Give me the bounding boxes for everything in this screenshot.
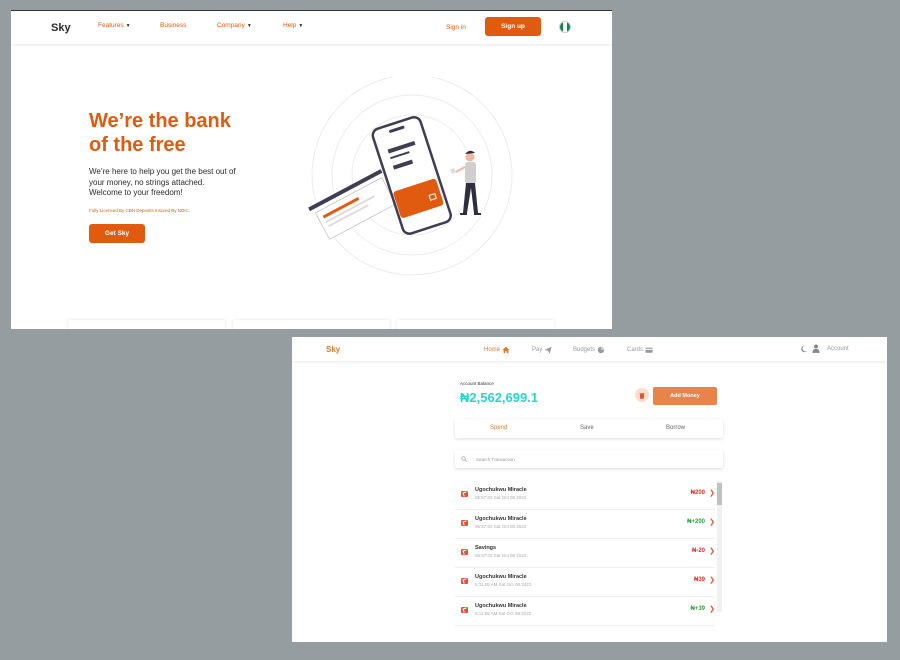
landing-navbar: Sky Features ▼ Business Company ▼ Help ▼ Si… [11, 11, 612, 44]
transaction-type-icon [461, 520, 468, 526]
transaction-row[interactable]: Savings 05:57:02 Sat Oct 08 2022 ₦-20 ❯ [455, 539, 715, 568]
account-balance-value: ₦2,562,699.1 [460, 390, 539, 405]
hero-headline: We’re the bank of the free [89, 109, 231, 157]
tab-home[interactable]: Home [484, 346, 510, 354]
transaction-name: Ugochukwu Miracle [475, 516, 527, 522]
transaction-amount: ₦+200 [687, 519, 705, 525]
chevron-right-icon[interactable]: ❯ [709, 547, 715, 555]
transaction-type-icon [461, 491, 468, 497]
search-bar [455, 450, 723, 468]
tab-cards[interactable]: Cards [627, 346, 653, 354]
transaction-type-icon [461, 607, 468, 613]
hero-sub-line2: your money, no strings attached. [89, 177, 205, 187]
dashboard-logo[interactable]: Sky [326, 345, 340, 354]
transaction-name: Ugochukwu Miracle [475, 574, 527, 580]
feature-card [233, 320, 390, 329]
tab-pay[interactable]: Pay [532, 346, 552, 354]
hero-headline-line2: of the free [89, 134, 186, 156]
account-link[interactable]: Account [827, 346, 849, 352]
tab-budgets[interactable]: Budgets [573, 346, 605, 354]
sign-in-link[interactable]: Sign in [446, 24, 466, 31]
nav-link-company[interactable]: Company ▼ [217, 22, 252, 29]
chevron-right-icon[interactable]: ❯ [709, 576, 715, 584]
tab-spend[interactable]: Spend [490, 425, 507, 431]
sign-up-button[interactable]: Sign up [485, 17, 541, 36]
nav-link-business[interactable]: Business [160, 22, 186, 29]
transaction-date: 05:57:02 Sat Oct 08 2022 [475, 524, 527, 529]
landing-window: Sky Features ▼ Business Company ▼ Help ▼ Si… [11, 10, 612, 329]
scrollbar-thumb[interactable] [717, 483, 722, 505]
search-input[interactable] [476, 454, 676, 464]
dashboard-navbar: Sky Home Pay Budgets Cards Account [292, 337, 887, 361]
delete-button[interactable] [635, 388, 649, 402]
transaction-row[interactable]: Ugochukwu Miracle 05:57:02 Sat Oct 08 202… [455, 481, 715, 510]
feature-card [397, 320, 554, 329]
nav-link-company-label: Company [217, 22, 245, 29]
transaction-amount: ₦+39 [690, 606, 705, 612]
transaction-list: Ugochukwu Miracle 05:57:02 Sat Oct 08 202… [455, 481, 715, 642]
transaction-name: Ugochukwu Miracle [475, 603, 527, 609]
tab-borrow[interactable]: Borrow [666, 425, 685, 431]
transaction-type-icon [461, 578, 468, 584]
tab-budgets-label: Budgets [573, 347, 596, 353]
nav-link-features[interactable]: Features ▼ [98, 22, 131, 29]
transaction-row[interactable]: Ugochukwu Miracle 5:11:55 AM Sat Oct 08 2… [455, 568, 715, 597]
chevron-down-icon: ▼ [246, 23, 252, 29]
phone-payment-illustration [308, 77, 513, 276]
transaction-name: Ugochukwu Miracle [475, 487, 527, 493]
landing-logo[interactable]: Sky [51, 22, 71, 34]
nav-link-help-label: Help [283, 22, 297, 29]
nav-link-help[interactable]: Help ▼ [283, 22, 303, 29]
transaction-name: Savings [475, 545, 497, 551]
hero-subtext: We’re here to help you get the best out … [89, 167, 236, 199]
transaction-amount: ₦39 [693, 577, 705, 583]
tab-home-label: Home [484, 347, 501, 353]
nav-link-features-label: Features [98, 22, 124, 29]
user-icon[interactable] [812, 344, 820, 353]
nigeria-flag-icon[interactable] [559, 21, 571, 33]
transaction-date: 5:11:55 AM Sat Oct 08 2022 [475, 582, 532, 587]
chevron-right-icon[interactable]: ❯ [709, 605, 715, 613]
home-icon [502, 346, 510, 354]
transaction-amount: ₦200 [690, 490, 705, 496]
feature-card [68, 320, 225, 329]
hero-sub-line3: Welcome to your freedom! [89, 188, 183, 197]
account-segment-tabs: Spend Save Borrow [455, 419, 723, 438]
tab-pay-label: Pay [532, 347, 543, 353]
transaction-row[interactable]: Ugochukwu Miracle 5:11:55 AM Sat Oct 08 2… [455, 597, 715, 626]
credit-card-icon [645, 347, 653, 353]
tab-save[interactable]: Save [580, 425, 594, 431]
moon-icon[interactable] [800, 345, 808, 353]
hero-headline-line1: We’re the bank [89, 110, 231, 132]
get-sky-button[interactable]: Get Sky [89, 224, 145, 243]
transaction-amount: ₦-20 [691, 548, 705, 554]
chevron-down-icon: ▼ [125, 23, 131, 29]
nav-link-business-label: Business [160, 22, 187, 29]
hero-sub-line1: We’re here to help you get the best out … [89, 167, 236, 176]
tab-cards-label: Cards [627, 347, 644, 353]
transaction-date: 5:11:55 AM Sat Oct 08 2022 [475, 611, 532, 616]
transaction-date: 05:57:02 Sat Oct 08 2022 [475, 553, 527, 558]
trash-icon [639, 392, 645, 399]
chevron-down-icon: ▼ [298, 23, 304, 29]
pie-chart-icon [597, 346, 605, 354]
dashboard-window: Sky Home Pay Budgets Cards Account Accou… [292, 337, 887, 642]
chevron-right-icon[interactable]: ❯ [709, 518, 715, 526]
chevron-right-icon[interactable]: ❯ [709, 489, 715, 497]
license-note: Fully Licensed By CBN Deposits Insured B… [89, 208, 189, 213]
search-icon [461, 456, 467, 462]
transaction-row[interactable]: Ugochukwu Miracle 05:57:02 Sat Oct 08 202… [455, 510, 715, 539]
transaction-type-icon [461, 549, 468, 555]
transaction-scrollbar[interactable] [717, 481, 722, 612]
transaction-date: 05:57:02 Sat Oct 08 2022 [475, 495, 527, 500]
add-money-button[interactable]: Add Money [653, 387, 717, 405]
account-balance-label: Account Balance [460, 381, 494, 386]
paper-plane-icon [544, 346, 552, 354]
